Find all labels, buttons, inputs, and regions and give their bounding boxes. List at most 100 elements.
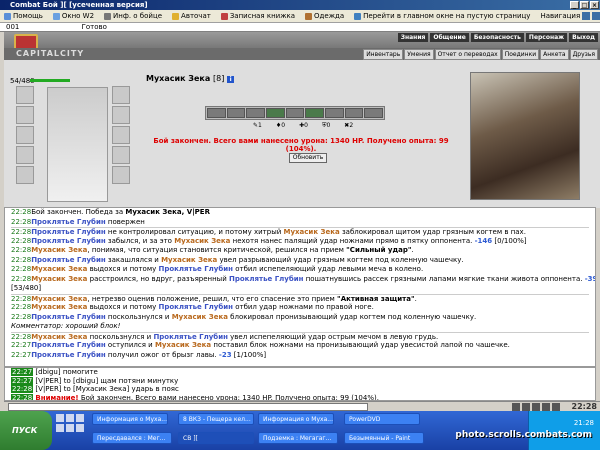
- enemy-name-link[interactable]: Проклятье Глубин: [153, 333, 228, 341]
- enemy-name-link[interactable]: Проклятье Глубин: [31, 228, 106, 236]
- enemy-name-link[interactable]: Проклятье Глубин: [158, 303, 233, 311]
- player-name-link[interactable]: Мухасик Зека: [155, 341, 211, 349]
- task-item[interactable]: Подземка : Мегагаг...: [258, 432, 338, 444]
- clothes-button[interactable]: Одежда: [305, 12, 344, 20]
- send-icon[interactable]: [512, 403, 520, 411]
- notebook-button[interactable]: Записная книжка: [220, 12, 295, 20]
- boots-slot[interactable]: [16, 166, 34, 184]
- clear-icon[interactable]: [542, 403, 550, 411]
- menu-communication[interactable]: Общение: [430, 33, 469, 42]
- ring-slot[interactable]: [112, 86, 130, 104]
- chat-time[interactable]: 22:28: [11, 393, 34, 400]
- player-name-link[interactable]: Мухасик Зека: [31, 246, 87, 254]
- player-avatar[interactable]: [47, 87, 108, 202]
- window-w2-button[interactable]: Окно W2: [52, 12, 94, 20]
- amulet-slot[interactable]: [112, 106, 130, 124]
- chat-time[interactable]: 22:27: [11, 376, 34, 385]
- quick-launch-icon[interactable]: [76, 424, 84, 432]
- action-slot[interactable]: [207, 108, 226, 118]
- action-slot[interactable]: [246, 108, 266, 118]
- action-slot[interactable]: [364, 108, 384, 118]
- enemy-name-link[interactable]: Проклятье Глубин: [31, 313, 106, 321]
- filter-icon[interactable]: [532, 403, 540, 411]
- task-item[interactable]: Информация о Муха...: [92, 413, 168, 425]
- action-slot[interactable]: [305, 108, 325, 118]
- battle-log[interactable]: 22:28Бой закончен. Победа за Мухасик Зек…: [4, 207, 596, 367]
- enemy-name-link[interactable]: Проклятье Глубин: [31, 341, 106, 349]
- quick-launch-icon[interactable]: [56, 424, 64, 432]
- task-item[interactable]: 8 ВКЗ - Пещера кел...: [178, 413, 254, 425]
- quick-launch-icon[interactable]: [76, 414, 84, 422]
- player-name-link[interactable]: Мухасик Зека: [31, 275, 87, 283]
- menu-character[interactable]: Персонаж: [525, 33, 568, 42]
- enemy-name[interactable]: Мухасик Зека [8] i: [146, 74, 235, 83]
- player-name-link[interactable]: Мухасик Зека: [31, 265, 87, 273]
- enemy-name-link[interactable]: Проклятье Глубин: [31, 351, 106, 359]
- chat-panel[interactable]: 22:27 [dbigu] помогите 22:27 [V|PER] to […: [4, 367, 596, 401]
- minimize-button[interactable]: _: [570, 1, 579, 9]
- task-item-active[interactable]: CB ][: [178, 432, 254, 444]
- info-icon[interactable]: i: [227, 76, 235, 83]
- refresh-button[interactable]: Обновить: [289, 153, 327, 163]
- menu-exit[interactable]: Выход: [569, 33, 598, 42]
- player-name-link[interactable]: Мухасик Зека: [172, 313, 228, 321]
- shield-slot[interactable]: [112, 126, 130, 144]
- action-slot[interactable]: [325, 108, 344, 118]
- link-fights[interactable]: Поединки: [501, 49, 540, 60]
- menu-knowledge[interactable]: Знания: [397, 33, 429, 42]
- nav-forward-icon[interactable]: [592, 12, 600, 20]
- enemy-name-link[interactable]: Проклятье Глубин: [31, 237, 106, 245]
- enemy-name-link[interactable]: Проклятье Глубин: [158, 265, 233, 273]
- player-name-link[interactable]: Мухасик Зека: [174, 237, 230, 245]
- action-slot[interactable]: [285, 108, 305, 118]
- task-item[interactable]: PowerDVD: [344, 413, 420, 425]
- enemy-name-link[interactable]: Проклятье Глубин: [31, 256, 106, 264]
- armor-slot[interactable]: [16, 126, 34, 144]
- player-name-link[interactable]: Мухасик Зека: [31, 303, 87, 311]
- task-item[interactable]: Безымянный - Paint: [344, 432, 424, 444]
- stat-crits-icon: ♦0: [275, 122, 286, 129]
- autochat-button[interactable]: Авточат: [172, 12, 211, 20]
- smile-icon[interactable]: [522, 403, 530, 411]
- link-skills[interactable]: Умения: [404, 49, 434, 60]
- quick-launch-icon[interactable]: [66, 424, 74, 432]
- nav-back-icon[interactable]: [582, 12, 591, 20]
- action-slot[interactable]: [344, 108, 364, 118]
- action-slot[interactable]: [266, 108, 285, 118]
- chat-input[interactable]: [8, 403, 368, 411]
- leggings-slot[interactable]: [112, 166, 130, 184]
- player-name-link[interactable]: Мухасик Зека: [161, 256, 217, 264]
- link-inventory[interactable]: Инвентарь: [363, 49, 404, 60]
- weapon-slot[interactable]: [16, 106, 34, 124]
- maximize-button[interactable]: □: [580, 1, 589, 9]
- gloves-slot[interactable]: [112, 146, 130, 164]
- player-name-link[interactable]: Мухасик Зека: [284, 228, 340, 236]
- enemy-name-link[interactable]: Проклятье Глубин: [229, 275, 304, 283]
- task-item[interactable]: Информация о Муха...: [258, 413, 334, 425]
- log-text: [53/480]: [11, 284, 42, 292]
- chat-time[interactable]: 22:27: [11, 368, 34, 376]
- enemy-name-link[interactable]: Проклятье Глубин: [31, 218, 106, 226]
- menu-security[interactable]: Безопасность: [470, 33, 524, 42]
- action-slot[interactable]: [226, 108, 246, 118]
- enemy-avatar[interactable]: [470, 72, 580, 200]
- blank-page-button[interactable]: Перейти в главном окне на пустую страниц…: [354, 12, 530, 20]
- chat-text: Бой закончен. Всего вами нанесено урона:…: [78, 393, 379, 401]
- help-button[interactable]: Помощь: [4, 12, 43, 20]
- chat-time[interactable]: 22:28: [11, 385, 34, 393]
- player-name-link[interactable]: Мухасик Зека: [31, 333, 87, 341]
- settings-icon[interactable]: [552, 403, 560, 411]
- close-button[interactable]: ×: [590, 1, 599, 9]
- helmet-slot[interactable]: [16, 86, 34, 104]
- battle-stats: ✎1 ♦0 ✚0 ⛨0 ✖2: [253, 122, 353, 130]
- start-button[interactable]: ПУСК: [0, 411, 52, 450]
- fighter-info-button[interactable]: Инф. о бойце: [104, 12, 162, 20]
- link-friends[interactable]: Друзья: [569, 49, 598, 60]
- quick-launch-icon[interactable]: [56, 414, 64, 422]
- belt-slot[interactable]: [16, 146, 34, 164]
- link-profile[interactable]: Анкета: [540, 49, 569, 60]
- link-transfers[interactable]: Отчет о переводах: [434, 49, 501, 60]
- task-item[interactable]: Пересдавался : Мег...: [92, 432, 172, 444]
- player-name-link[interactable]: Мухасик Зека: [31, 295, 87, 303]
- quick-launch-icon[interactable]: [66, 414, 74, 422]
